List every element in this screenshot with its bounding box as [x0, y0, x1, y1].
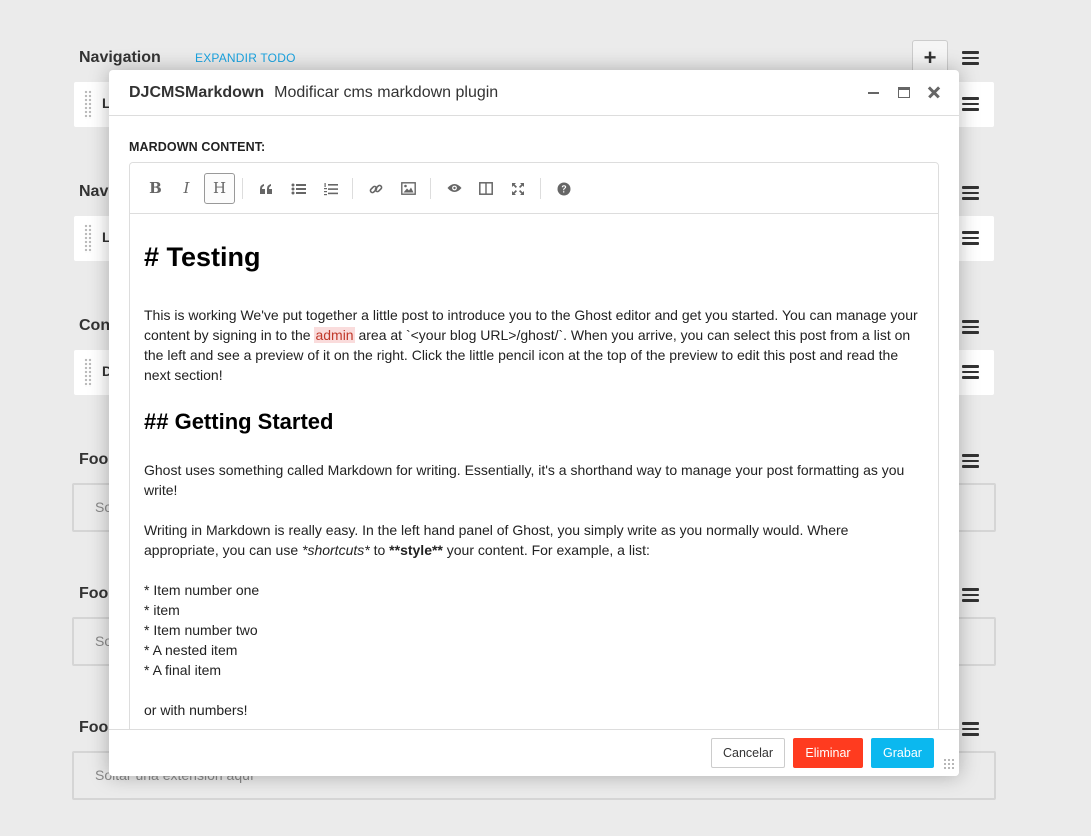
ordered-list-icon	[324, 183, 338, 196]
menu-icon[interactable]	[962, 365, 979, 379]
image-button[interactable]	[392, 173, 423, 204]
markdown-text-area[interactable]: # Testing This is working We've put toge…	[130, 215, 938, 761]
ordered-list-button[interactable]	[314, 173, 345, 204]
content-paragraph: or with numbers!	[144, 702, 248, 718]
menu-icon[interactable]	[962, 320, 979, 334]
heading-button[interactable]: H	[204, 173, 235, 204]
toolbar-separator	[430, 178, 431, 199]
quote-icon	[260, 184, 272, 194]
content-paragraph: This is working We've put together a lit…	[144, 307, 918, 383]
menu-icon[interactable]	[962, 454, 979, 468]
highlighted-word: admin	[314, 327, 355, 343]
plugin-edit-modal: DJCMSMarkdown Modificar cms markdown plug…	[109, 70, 959, 776]
resize-handle-icon[interactable]	[943, 758, 955, 770]
markdown-editor: B I H # Testing This is working We've pu…	[129, 162, 939, 762]
content-paragraph: Ghost uses something called Markdown for…	[144, 462, 905, 498]
toolbar-separator	[540, 178, 541, 199]
fullscreen-icon	[512, 183, 524, 195]
link-button[interactable]	[360, 173, 391, 204]
list-item: * A nested item	[144, 642, 238, 658]
unordered-list-button[interactable]	[282, 173, 313, 204]
list-item: * A final item	[144, 662, 222, 678]
menu-icon[interactable]	[962, 231, 979, 245]
fullscreen-button[interactable]	[502, 173, 533, 204]
help-icon	[557, 182, 571, 196]
side-by-side-button[interactable]	[470, 173, 501, 204]
plugin-name: DJCMSMarkdown	[129, 84, 265, 101]
content-paragraph: Writing in Markdown is really easy. In t…	[144, 522, 849, 558]
editor-toolbar: B I H	[130, 163, 938, 214]
italic-icon: I	[183, 179, 190, 197]
placeholder-title: Foo	[79, 585, 109, 602]
modal-footer: Cancelar Eliminar Grabar	[109, 729, 959, 776]
placeholder-title: Con	[79, 317, 111, 334]
list-item: * Item number two	[144, 622, 258, 638]
modal-header[interactable]: DJCMSMarkdown Modificar cms markdown plug…	[109, 70, 959, 116]
bold-icon: B	[149, 179, 162, 197]
modal-title: DJCMSMarkdown Modificar cms markdown plug…	[129, 84, 498, 102]
heading-icon: H	[212, 179, 227, 197]
link-icon	[369, 184, 383, 194]
list-item: * item	[144, 602, 180, 618]
drag-handle-icon[interactable]	[84, 358, 92, 387]
preview-icon	[447, 184, 462, 192]
delete-button[interactable]: Eliminar	[793, 738, 863, 768]
toolbar-separator	[352, 178, 353, 199]
list-item: * Item number one	[144, 582, 260, 598]
content-heading-2: ## Getting Started	[144, 409, 334, 434]
italic-button[interactable]: I	[171, 173, 202, 204]
field-label: MARDOWN CONTENT:	[129, 140, 266, 154]
placeholder-title: Navigation	[79, 49, 161, 66]
quote-button[interactable]	[250, 173, 281, 204]
menu-icon[interactable]	[962, 186, 979, 200]
preview-button[interactable]	[438, 173, 469, 204]
cancel-button[interactable]: Cancelar	[711, 738, 785, 768]
maximize-icon[interactable]	[894, 82, 914, 102]
placeholder-title: Nav	[79, 183, 109, 200]
menu-icon[interactable]	[962, 97, 979, 111]
help-button[interactable]	[548, 173, 579, 204]
menu-icon[interactable]	[962, 588, 979, 602]
minimize-icon[interactable]	[864, 82, 884, 102]
content-heading-1: # Testing	[144, 242, 261, 272]
menu-icon[interactable]	[962, 722, 979, 736]
placeholder-title: Foo	[79, 719, 109, 736]
unordered-list-icon	[291, 183, 306, 195]
image-icon	[401, 182, 416, 195]
side-by-side-icon	[479, 182, 493, 195]
placeholder-title: Foo	[79, 451, 109, 468]
toolbar-separator	[242, 178, 243, 199]
bold-button[interactable]: B	[140, 173, 171, 204]
save-button[interactable]: Grabar	[871, 738, 934, 768]
modal-subtitle: Modificar cms markdown plugin	[274, 84, 499, 101]
drag-handle-icon[interactable]	[84, 224, 92, 253]
drag-handle-icon[interactable]	[84, 90, 92, 119]
menu-icon[interactable]	[962, 51, 979, 65]
close-icon[interactable]	[924, 82, 944, 102]
expand-all-link[interactable]: EXPANDIR TODO	[195, 51, 296, 65]
